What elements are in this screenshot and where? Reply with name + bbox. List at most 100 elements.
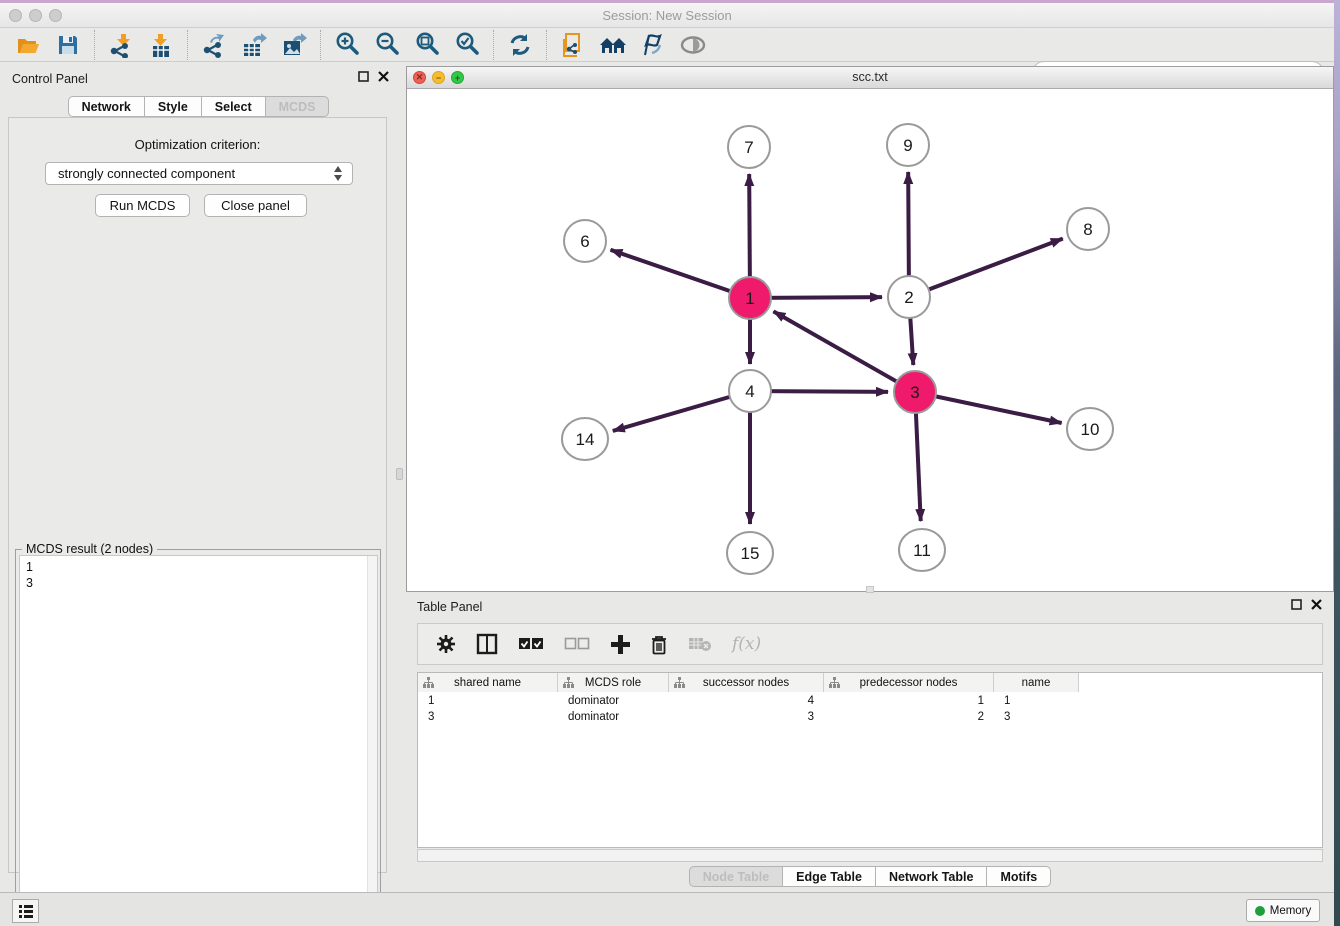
table-row[interactable]: 1dominator411 <box>418 693 1322 709</box>
node-label: 8 <box>1083 220 1092 239</box>
splitter-handle[interactable] <box>396 468 403 480</box>
select-all-icon <box>518 637 544 651</box>
close-panel-icon[interactable] <box>1311 599 1322 610</box>
table-horizontal-scrollbar[interactable] <box>417 849 1323 862</box>
tab-network[interactable]: Network <box>68 96 145 117</box>
graph-node-7[interactable]: 7 <box>728 126 770 168</box>
graph-node-14[interactable]: 14 <box>562 418 608 460</box>
column-header-shared-name[interactable]: shared name <box>418 673 558 692</box>
result-scrollbar[interactable] <box>367 556 377 919</box>
mcds-result-text[interactable]: 13 <box>19 555 378 920</box>
save-session-button[interactable] <box>48 30 88 60</box>
mcds-result-title: MCDS result (2 nodes) <box>22 542 157 556</box>
window-title: Session: New Session <box>0 8 1334 23</box>
task-history-button[interactable] <box>12 899 39 923</box>
tab-mcds[interactable]: MCDS <box>265 96 330 117</box>
show-hide-button[interactable] <box>673 30 713 60</box>
attribute-type-icon <box>423 677 434 688</box>
zoom-in-button[interactable] <box>327 30 367 60</box>
column-header-MCDS-role[interactable]: MCDS role <box>558 673 669 692</box>
show-columns-button[interactable] <box>476 631 498 657</box>
graph-node-6[interactable]: 6 <box>564 220 606 262</box>
export-network-button[interactable] <box>194 30 234 60</box>
import-table-button[interactable] <box>141 30 181 60</box>
select-all-button[interactable] <box>518 631 544 657</box>
deselect-all-button[interactable] <box>564 631 590 657</box>
export-table-button[interactable] <box>234 30 274 60</box>
attribute-type-icon <box>674 677 685 688</box>
zoom-in-icon <box>334 31 361 58</box>
tab-edge-table[interactable]: Edge Table <box>782 866 876 887</box>
optimization-criterion-select[interactable]: strongly connected component <box>45 162 353 185</box>
mcds-result-group: MCDS result (2 nodes) 13 <box>15 549 381 923</box>
clone-network-button[interactable] <box>553 30 593 60</box>
run-mcds-button[interactable]: Run MCDS <box>95 194 190 217</box>
home-icon <box>598 32 628 58</box>
window-resize-handle[interactable] <box>866 586 874 593</box>
graph-node-3[interactable]: 3 <box>894 371 936 413</box>
column-header-name[interactable]: name <box>994 673 1079 692</box>
eye-icon <box>679 32 707 58</box>
column-header-predecessor-nodes[interactable]: predecessor nodes <box>824 673 994 692</box>
graph-node-10[interactable]: 10 <box>1067 408 1113 450</box>
add-column-button[interactable] <box>610 631 630 657</box>
tab-network-table[interactable]: Network Table <box>875 866 988 887</box>
memory-label: Memory <box>1270 905 1312 917</box>
table-panel-title: Table Panel <box>417 600 482 614</box>
graph-node-2[interactable]: 2 <box>888 276 930 318</box>
visual-styles-button[interactable] <box>633 30 673 60</box>
table-row[interactable]: 3dominator323 <box>418 709 1322 725</box>
table-settings-button[interactable] <box>436 631 456 657</box>
open-session-button[interactable] <box>8 30 48 60</box>
import-network-button[interactable] <box>101 30 141 60</box>
node-label: 3 <box>910 383 919 402</box>
network-window-titlebar[interactable]: ✕ − + scc.txt <box>407 67 1333 89</box>
graph-node-15[interactable]: 15 <box>727 532 773 574</box>
trash-icon <box>650 634 668 655</box>
table-panel-tabs: Node TableEdge TableNetwork TableMotifs <box>406 866 1334 887</box>
tab-node-table[interactable]: Node Table <box>689 866 783 887</box>
edge-1-6[interactable] <box>611 250 750 298</box>
edge-2-8[interactable] <box>909 239 1063 297</box>
cell-MCDS-role: dominator <box>558 693 669 709</box>
toolbar-separator <box>187 30 188 60</box>
node-table[interactable]: shared nameMCDS rolesuccessor nodesprede… <box>417 672 1323 848</box>
zoom-selected-button[interactable] <box>447 30 487 60</box>
function-builder-button[interactable]: f(x) <box>732 631 761 657</box>
memory-button[interactable]: Memory <box>1246 899 1320 922</box>
float-panel-icon[interactable] <box>1291 599 1302 610</box>
node-label: 10 <box>1081 420 1100 439</box>
task-list-icon <box>18 904 34 918</box>
export-image-icon <box>281 32 307 58</box>
zoom-fit-button[interactable] <box>407 30 447 60</box>
network-canvas[interactable]: 1 2 3 4 6 7 8 9 10 11 14 15 <box>407 89 1333 592</box>
node-label: 6 <box>580 232 589 251</box>
graph-node-4[interactable]: 4 <box>729 370 771 412</box>
cell-shared-name: 1 <box>418 693 558 709</box>
home-view-button[interactable] <box>593 30 633 60</box>
cell-successor-nodes: 4 <box>669 693 824 709</box>
export-image-button[interactable] <box>274 30 314 60</box>
close-panel-icon[interactable] <box>378 71 389 82</box>
refresh-button[interactable] <box>500 30 540 60</box>
tab-style[interactable]: Style <box>144 96 202 117</box>
zoom-fit-icon <box>414 31 441 58</box>
edge-3-1[interactable] <box>773 311 915 392</box>
graph-node-8[interactable]: 8 <box>1067 208 1109 250</box>
toolbar-separator <box>546 30 547 60</box>
graph-node-1[interactable]: 1 <box>729 277 771 319</box>
delete-table-button[interactable] <box>688 631 712 657</box>
edge-3-10[interactable] <box>915 392 1062 423</box>
column-header-successor-nodes[interactable]: successor nodes <box>669 673 824 692</box>
graph-node-11[interactable]: 11 <box>899 529 945 571</box>
tab-motifs[interactable]: Motifs <box>986 866 1051 887</box>
delete-column-button[interactable] <box>650 631 668 657</box>
plus-icon <box>610 634 630 654</box>
mcds-panel: Optimization criterion: strongly connect… <box>8 117 387 873</box>
float-panel-icon[interactable] <box>358 71 369 82</box>
cell-name: 1 <box>994 693 1079 709</box>
tab-select[interactable]: Select <box>201 96 266 117</box>
zoom-out-button[interactable] <box>367 30 407 60</box>
close-panel-button[interactable]: Close panel <box>204 194 307 217</box>
graph-node-9[interactable]: 9 <box>887 124 929 166</box>
